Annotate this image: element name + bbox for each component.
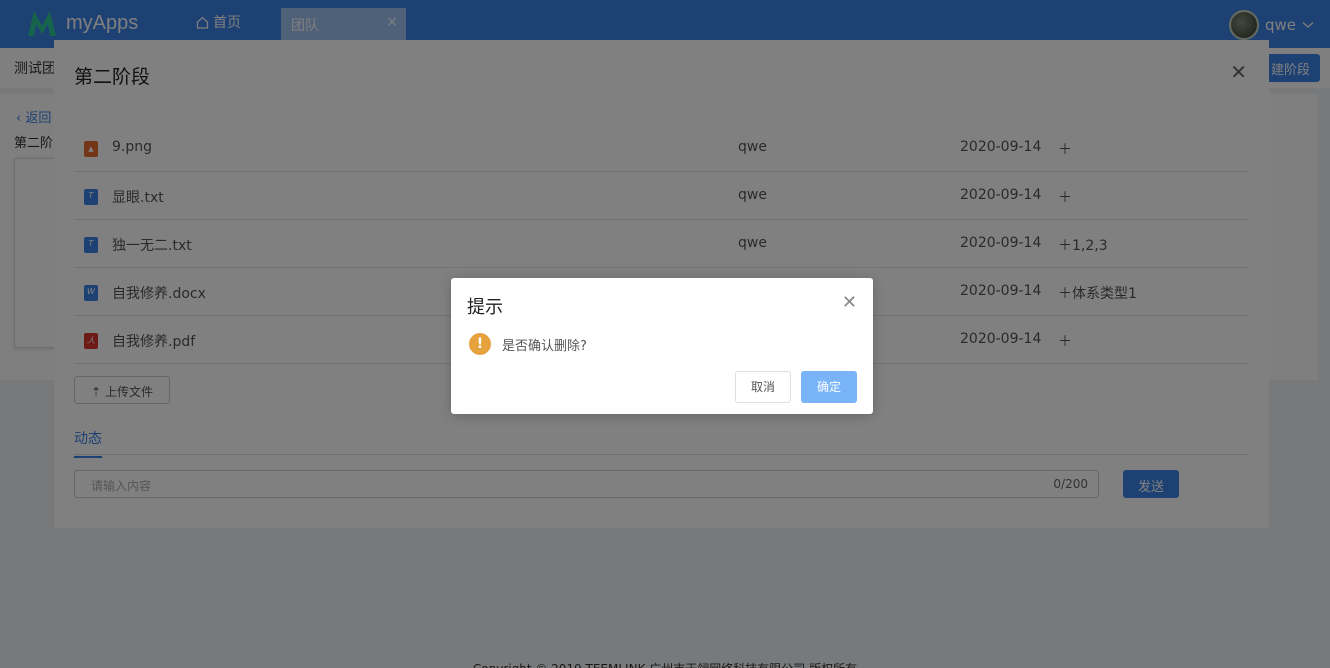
file-date: 2020-09-14: [960, 283, 1042, 299]
file-tag[interactable]: ＋: [1058, 331, 1072, 351]
file-date: 2020-09-14: [960, 235, 1042, 251]
file-owner: qwe: [738, 187, 767, 203]
char-count: 0/200: [1053, 477, 1088, 491]
file-tag[interactable]: ＋: [1058, 187, 1072, 207]
txt-file-icon: [84, 189, 98, 205]
send-button[interactable]: 发送: [1123, 470, 1179, 498]
dialog-title: 第二阶段: [74, 66, 151, 88]
file-date: 2020-09-14: [960, 331, 1042, 347]
file-owner: qwe: [738, 235, 767, 251]
confirm-title: 提示: [467, 297, 503, 318]
file-name[interactable]: 9.png: [112, 139, 152, 155]
file-name[interactable]: 自我修养.pdf: [112, 331, 195, 351]
file-name[interactable]: 自我修养.docx: [112, 283, 206, 303]
pdf-file-icon: [84, 333, 98, 349]
table-row[interactable]: 显眼.txt qwe 2020-09-14 ＋: [74, 172, 1249, 220]
file-tag[interactable]: ＋体系类型1: [1058, 283, 1137, 303]
table-row[interactable]: 独一无二.txt qwe 2020-09-14 ＋1,2,3: [74, 220, 1249, 268]
cancel-button[interactable]: 取消: [735, 371, 791, 403]
tab-divider: [74, 454, 1249, 455]
upload-label: 上传文件: [104, 385, 153, 399]
word-file-icon: [84, 285, 98, 301]
warning-icon: !: [469, 333, 491, 355]
file-date: 2020-09-14: [960, 187, 1042, 203]
close-icon[interactable]: ✕: [1230, 60, 1247, 84]
comment-placeholder: 请输入内容: [91, 479, 152, 493]
confirm-message: 是否确认删除?: [502, 339, 587, 354]
ok-button[interactable]: 确定: [801, 371, 857, 403]
confirm-dialog: 提示 ✕ ! 是否确认删除? 取消 确定: [451, 278, 873, 414]
file-name[interactable]: 显眼.txt: [112, 187, 164, 207]
file-tag[interactable]: ＋: [1058, 139, 1072, 159]
close-icon[interactable]: ✕: [842, 292, 857, 313]
table-row[interactable]: 9.png qwe 2020-09-14 ＋: [74, 124, 1249, 172]
txt-file-icon: [84, 237, 98, 253]
file-name[interactable]: 独一无二.txt: [112, 235, 192, 255]
comment-input[interactable]: 请输入内容 0/200: [74, 470, 1099, 498]
upload-file-button[interactable]: ⇡ 上传文件: [74, 376, 170, 404]
image-file-icon: [84, 141, 98, 157]
upload-icon: ⇡: [91, 385, 102, 399]
file-owner: qwe: [738, 139, 767, 155]
file-tag[interactable]: ＋1,2,3: [1058, 235, 1108, 255]
file-date: 2020-09-14: [960, 139, 1042, 155]
